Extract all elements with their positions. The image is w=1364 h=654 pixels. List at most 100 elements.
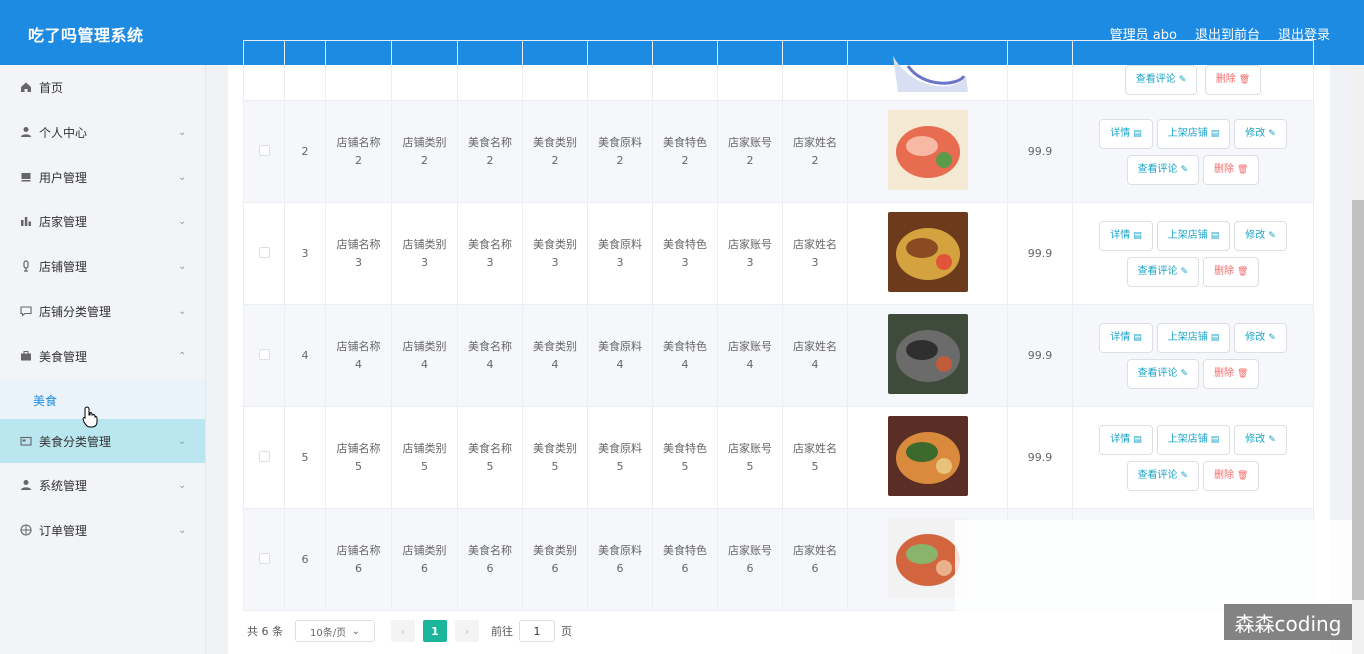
document-icon: ▤	[1133, 332, 1142, 343]
document-icon: ▤	[1210, 434, 1220, 445]
chevron-up-icon: ⌃	[178, 350, 187, 362]
table-row: 4 店铺名称 4 店铺类别 4 美食名称 4 美食类别 4 美食原料 4 美食特色 4 店家账号 4 店家姓名…	[243, 304, 1314, 407]
sidebar-item-food-categories[interactable]: 美食分类管理 ⌄	[0, 419, 205, 463]
view-comments-button[interactable]: 查看评论 ✎	[1126, 460, 1200, 491]
sidebar-item-home[interactable]: 首页	[0, 65, 205, 109]
food-image-partial	[892, 56, 968, 92]
shop-name-cell: 店铺名称 2	[325, 100, 392, 203]
scrollbar-thumb[interactable]	[1352, 200, 1364, 600]
edit-button[interactable]: 修改 ✎	[1234, 118, 1287, 149]
row-checkbox[interactable]	[258, 348, 270, 360]
food-name-cell: 美食名称 4	[457, 304, 523, 407]
document-icon: ▤	[1210, 128, 1220, 139]
delete-button[interactable]: 删除 🗑	[1204, 65, 1262, 95]
hand-cursor-icon	[82, 406, 98, 428]
page-number-current[interactable]: 1	[423, 620, 447, 642]
price-cell: 99.9	[1007, 202, 1073, 305]
sidebar-item-system[interactable]: 系统管理 ⌄	[0, 463, 205, 507]
row-id: 5	[284, 406, 326, 509]
ingredients-cell: 美食原料 2	[587, 100, 653, 203]
page-size-select[interactable]: 10条/页 ⌄	[295, 620, 375, 642]
row-checkbox[interactable]	[258, 144, 270, 156]
chevron-down-icon: ⌄	[178, 215, 187, 227]
briefcase-icon	[20, 350, 32, 362]
delete-button[interactable]: 删除 🗑	[1203, 256, 1260, 287]
document-icon: ▤	[1133, 434, 1142, 445]
sidebar-subitem-label: 美食	[33, 394, 58, 408]
page-unit-label: 页	[561, 625, 572, 638]
food-type-cell: 美食类别 5	[522, 406, 588, 509]
row-checkbox[interactable]	[258, 246, 270, 258]
list-shop-button[interactable]: 上架店铺 ▤	[1156, 118, 1231, 149]
account-cell: 店家账号 6	[717, 508, 783, 611]
detail-button[interactable]: 详情 ▤	[1099, 118, 1153, 149]
edit-button[interactable]: 修改 ✎	[1234, 424, 1287, 455]
detail-button[interactable]: 详情 ▤	[1099, 424, 1153, 455]
sidebar-item-food[interactable]: 美食管理 ⌃	[0, 334, 205, 378]
food-image	[887, 110, 968, 190]
delete-button[interactable]: 删除 🗑	[1203, 460, 1260, 491]
edit-icon: ✎	[1268, 332, 1276, 343]
shop-name-cell: 店铺名称 3	[325, 202, 392, 305]
shop-type-cell: 店铺类别 2	[391, 100, 458, 203]
price-cell: 99.9	[1007, 304, 1073, 407]
sidebar: 首页 个人中心 ⌄ 用户管理 ⌄ 店家管理 ⌄ 店铺管理 ⌄ 店铺分类管理 ⌄	[0, 65, 206, 654]
table-row-partial: 查看评论 ✎ 删除 🗑	[243, 40, 1314, 101]
food-image	[887, 314, 968, 394]
list-shop-button[interactable]: 上架店铺 ▤	[1156, 220, 1231, 251]
shop-type-cell: 店铺类别 3	[391, 202, 458, 305]
edit-icon: ✎	[1180, 266, 1189, 277]
account-cell: 店家账号 4	[717, 304, 783, 407]
shop-type-cell: 店铺类别 5	[391, 406, 458, 509]
view-comments-button[interactable]: 查看评论 ✎	[1124, 65, 1198, 95]
ingredients-cell: 美食原料 5	[587, 406, 653, 509]
food-image	[887, 416, 968, 496]
owner-cell: 店家姓名 2	[782, 100, 848, 203]
user-icon	[20, 479, 32, 491]
view-comments-button[interactable]: 查看评论 ✎	[1126, 358, 1200, 389]
row-id: 4	[284, 304, 326, 407]
list-shop-button[interactable]: 上架店铺 ▤	[1156, 424, 1231, 455]
owner-cell: 店家姓名 5	[782, 406, 848, 509]
ingredients-cell: 美食原料 4	[587, 304, 653, 407]
page-size-value: 10条/页	[310, 627, 347, 639]
sidebar-item-merchants[interactable]: 店家管理 ⌄	[0, 199, 205, 243]
chevron-down-icon: ⌄	[178, 260, 187, 272]
edit-icon: ✎	[1268, 434, 1276, 445]
delete-button[interactable]: 删除 🗑	[1203, 154, 1260, 185]
food-name-cell: 美食名称 5	[457, 406, 523, 509]
sidebar-item-profile[interactable]: 个人中心 ⌄	[0, 110, 205, 154]
message-icon	[20, 305, 32, 317]
food-type-cell: 美食类别 3	[522, 202, 588, 305]
feature-cell: 美食特色 3	[652, 202, 718, 305]
edit-button[interactable]: 修改 ✎	[1234, 322, 1287, 353]
sidebar-item-shop-categories[interactable]: 店铺分类管理 ⌄	[0, 289, 205, 333]
row-checkbox[interactable]	[258, 450, 270, 462]
next-page-button[interactable]: ›	[455, 620, 479, 642]
document-icon: ▤	[1133, 230, 1142, 241]
watermark: 森森coding	[1224, 604, 1352, 640]
food-type-cell: 美食类别 2	[522, 100, 588, 203]
user-icon	[20, 126, 32, 138]
detail-button[interactable]: 详情 ▤	[1099, 220, 1153, 251]
sidebar-subitem-food[interactable]: 美食	[0, 379, 205, 419]
delete-button[interactable]: 删除 🗑	[1203, 358, 1260, 389]
row-id: 2	[284, 100, 326, 203]
sidebar-item-users[interactable]: 用户管理 ⌄	[0, 155, 205, 199]
chevron-right-icon: ›	[464, 624, 470, 638]
prev-page-button[interactable]: ‹	[391, 620, 415, 642]
shop-type-cell: 店铺类别 6	[391, 508, 458, 611]
sidebar-item-shops[interactable]: 店铺管理 ⌄	[0, 244, 205, 288]
sidebar-item-orders[interactable]: 订单管理 ⌄	[0, 508, 205, 552]
edit-button[interactable]: 修改 ✎	[1234, 220, 1287, 251]
row-checkbox[interactable]	[258, 552, 270, 564]
detail-button[interactable]: 详情 ▤	[1099, 322, 1153, 353]
list-shop-button[interactable]: 上架店铺 ▤	[1156, 322, 1231, 353]
view-comments-button[interactable]: 查看评论 ✎	[1126, 154, 1200, 185]
goto-page-input[interactable]: 1	[519, 620, 555, 642]
chevron-down-icon: ⌄	[178, 126, 187, 138]
chevron-down-icon: ⌄	[178, 305, 187, 317]
ingredients-cell: 美食原料 6	[587, 508, 653, 611]
document-icon: ▤	[1133, 128, 1142, 139]
view-comments-button[interactable]: 查看评论 ✎	[1126, 256, 1200, 287]
